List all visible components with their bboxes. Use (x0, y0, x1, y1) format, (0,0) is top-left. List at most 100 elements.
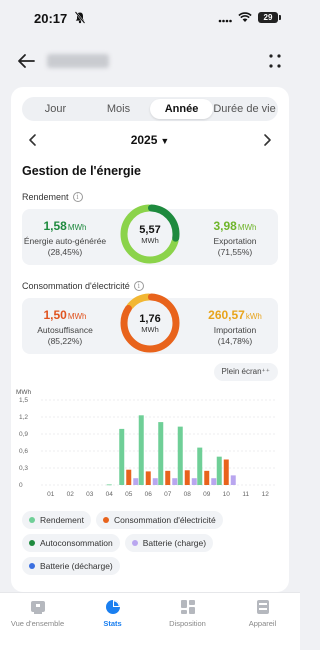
y-tick-label: 1,2 (19, 414, 28, 421)
consommation-total-unit: MWh (141, 325, 159, 334)
self-sufficiency-stat: 1,50MWh Autosuffisance (85,22%) (22, 308, 108, 346)
fullscreen-button[interactable]: Plein écran⁺⁺ (213, 363, 278, 381)
self-generated-unit: MWh (67, 223, 87, 232)
chevron-right-icon[interactable] (261, 133, 273, 147)
self-sufficiency-value: 1,50 (43, 308, 67, 322)
bar-consommation-d-lectricit--07[interactable] (165, 470, 171, 485)
legend-dot-icon (102, 517, 109, 523)
bar-batterie-charge--07[interactable] (172, 478, 178, 485)
device-icon (256, 600, 269, 614)
section-title: Gestion de l'énergie (22, 164, 141, 178)
tab-duree-de-vie[interactable]: Durée de vie (213, 99, 276, 119)
export-label: Exportation (213, 236, 257, 246)
bar-consommation-d-lectricit--08[interactable] (184, 470, 190, 485)
layout-icon (180, 600, 195, 614)
year-selector[interactable]: 2025 ▼ (11, 133, 289, 147)
status-time: 20:17 (34, 11, 68, 26)
x-tick-label: 12 (262, 491, 270, 498)
app-header (0, 38, 300, 86)
battery-icon: 29 (258, 12, 281, 23)
rendement-total-unit: MWh (141, 236, 159, 245)
x-tick-label: 03 (86, 491, 94, 498)
period-selector: Jour Mois Année Durée de vie (22, 97, 278, 121)
legend-label: Batterie (décharge) (40, 561, 113, 571)
x-tick-label: 05 (125, 491, 133, 498)
nav-label: Stats (103, 619, 122, 628)
self-generated-value: 1,58 (43, 219, 67, 233)
bar-rendement-07[interactable] (158, 422, 164, 485)
export-unit: MWh (237, 223, 257, 232)
bar-batterie-charge--10[interactable] (230, 475, 236, 485)
export-stat: 3,98MWh Exportation (71,55%) (192, 219, 278, 257)
stats-card: Jour Mois Année Durée de vie 2025 ▼ Gesti… (11, 87, 289, 592)
bar-batterie-charge--08[interactable] (191, 478, 197, 485)
y-axis-label: MWh (16, 389, 32, 396)
legend-batterie-charge[interactable]: Batterie (charge) (124, 534, 214, 552)
bar-rendement-05[interactable] (119, 428, 125, 485)
bar-rendement-08[interactable] (177, 426, 183, 485)
legend-label: Batterie (charge) (142, 538, 207, 548)
legend-rendement[interactable]: Rendement (22, 511, 91, 529)
x-tick-label: 10 (223, 491, 231, 498)
overview-icon (30, 601, 45, 614)
consommation-total: 1,76 MWh (117, 313, 183, 334)
bar-rendement-06[interactable] (138, 415, 144, 485)
self-generated-label: Énergie auto-générée (23, 236, 107, 246)
bar-rendement-09[interactable] (197, 447, 203, 485)
bar-consommation-d-lectricit--06[interactable] (145, 471, 151, 485)
tab-mois[interactable]: Mois (87, 99, 150, 119)
legend-batterie-decharge[interactable]: Batterie (décharge) (22, 557, 120, 575)
caret-down-icon: ▼ (160, 136, 170, 146)
export-pct: (71,55%) (217, 247, 253, 257)
chart-legend: Rendement Consommation d'électricité Aut… (22, 511, 282, 575)
nav-device[interactable]: Appareil (225, 599, 300, 628)
nav-label: Disposition (169, 619, 206, 628)
bar-consommation-d-lectricit--10[interactable] (223, 459, 229, 486)
consommation-total-value: 1,76 (139, 313, 161, 325)
bar-batterie-charge--05[interactable] (133, 478, 139, 485)
self-sufficiency-unit: MWh (67, 312, 87, 321)
bar-batterie-charge--09[interactable] (211, 478, 217, 485)
y-tick-label: 0,9 (19, 431, 28, 438)
stats-pie-icon (105, 600, 120, 614)
bar-batterie-charge--06[interactable] (152, 478, 158, 485)
bar-consommation-d-lectricit--09[interactable] (204, 470, 210, 485)
legend-dot-icon (29, 540, 35, 546)
legend-label: Autoconsommation (40, 538, 113, 548)
status-bar: 20:17 29 (0, 0, 300, 38)
consommation-title: Consommation d'électricité (22, 281, 130, 291)
import-pct: (14,78%) (217, 336, 253, 346)
nav-stats[interactable]: Stats (75, 599, 150, 628)
x-tick-label: 06 (145, 491, 153, 498)
self-generated-pct: (28,45%) (47, 247, 83, 257)
bar-rendement-10[interactable] (216, 456, 222, 485)
legend-autoconsommation[interactable]: Autoconsommation (22, 534, 120, 552)
y-tick-label: 1,5 (19, 397, 28, 404)
x-tick-label: 11 (242, 491, 249, 498)
legend-consommation[interactable]: Consommation d'électricité (95, 511, 223, 529)
y-tick-label: 0,6 (19, 448, 28, 455)
bar-consommation-d-lectricit--05[interactable] (126, 469, 132, 485)
signal-icon (218, 19, 232, 22)
nav-overview[interactable]: Vue d'ensemble (0, 599, 75, 628)
tab-annee[interactable]: Année (150, 99, 213, 119)
bar-rendement-04[interactable] (106, 484, 112, 486)
nav-label: Appareil (248, 619, 277, 628)
self-generated-stat: 1,58MWh Énergie auto-générée (28,45%) (22, 219, 108, 257)
import-value: 260,57 (208, 308, 245, 322)
nav-layout[interactable]: Disposition (150, 599, 225, 628)
x-tick-label: 04 (106, 491, 114, 498)
legend-label: Rendement (40, 515, 84, 525)
x-tick-label: 07 (164, 491, 172, 498)
wifi-icon (238, 12, 252, 22)
device-name-redacted (47, 54, 109, 68)
legend-label: Consommation d'électricité (113, 515, 216, 525)
back-arrow-icon[interactable] (16, 51, 36, 71)
more-dots-icon[interactable] (267, 52, 283, 70)
self-sufficiency-label: Autosuffisance (37, 325, 93, 335)
x-tick-label: 09 (203, 491, 211, 498)
info-icon[interactable]: i (72, 192, 83, 202)
tab-jour[interactable]: Jour (24, 99, 87, 119)
y-tick-label: 0,3 (19, 465, 28, 472)
bell-muted-icon (74, 11, 86, 24)
